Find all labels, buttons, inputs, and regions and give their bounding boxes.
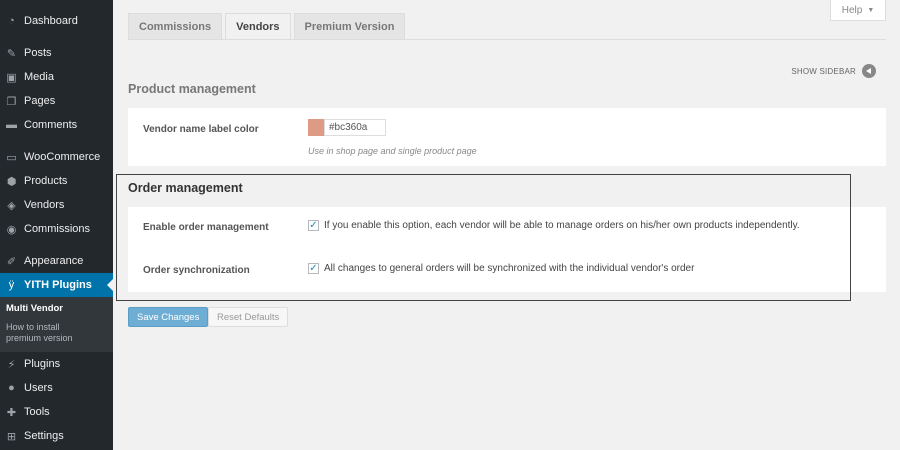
vendor-label-color-label: Vendor name label color bbox=[143, 124, 259, 135]
vendor-label-color-input[interactable]: #bc360a bbox=[324, 119, 386, 136]
sidebar-item-users[interactable]: ● Users bbox=[0, 376, 113, 400]
caret-down-icon: ▼ bbox=[867, 6, 875, 14]
sidebar-item-media[interactable]: ▣ Media bbox=[0, 65, 113, 89]
sidebar-item-label: Posts bbox=[24, 47, 52, 59]
brush-icon: ✐ bbox=[6, 255, 17, 268]
sidebar-item-label: Appearance bbox=[24, 255, 84, 267]
sidebar-item-posts[interactable]: ✎ Posts bbox=[0, 41, 113, 65]
help-button[interactable]: Help ▼ bbox=[830, 0, 886, 21]
color-swatch[interactable] bbox=[308, 119, 325, 136]
sidebar-item-appearance[interactable]: ✐ Appearance bbox=[0, 249, 113, 273]
pushpin-icon: ✎ bbox=[6, 47, 17, 60]
main-content: Help ▼ Commissions Vendors Premium Versi… bbox=[113, 0, 900, 450]
sidebar-item-label: YITH Plugins bbox=[24, 279, 92, 291]
sidebar-item-woocommerce[interactable]: ▭ WooCommerce bbox=[0, 145, 113, 169]
sidebar-item-label: Products bbox=[24, 175, 68, 187]
sidebar-item-label: WooCommerce bbox=[24, 151, 101, 163]
save-changes-button[interactable]: Save Changes bbox=[128, 307, 209, 327]
sidebar-item-dashboard[interactable]: ◔ Dashboard bbox=[0, 9, 113, 33]
sidebar-item-label: Dashboard bbox=[24, 15, 78, 27]
sidebar-item-label: Tools bbox=[24, 406, 50, 418]
sidebar-item-vendors[interactable]: ◈ Vendors bbox=[0, 193, 113, 217]
pages-icon: ❐ bbox=[6, 95, 17, 108]
tab-commissions[interactable]: Commissions bbox=[128, 13, 223, 40]
settings-tabs: Commissions Vendors Premium Version bbox=[128, 13, 406, 40]
media-icon: ▣ bbox=[6, 71, 17, 84]
tab-premium-version[interactable]: Premium Version bbox=[293, 13, 406, 40]
product-management-title: Product management bbox=[128, 82, 256, 96]
sidebar-item-label: Comments bbox=[24, 119, 78, 131]
dashboard-icon: ◔ bbox=[8, 15, 15, 27]
product-management-panel: Vendor name label color #bc360a Use in s… bbox=[128, 108, 886, 166]
sidebar-item-label: Settings bbox=[24, 430, 64, 442]
help-label: Help bbox=[841, 4, 863, 16]
comment-icon: ▬ bbox=[6, 119, 17, 131]
submenu-item-multi-vendor[interactable]: Multi Vendor bbox=[6, 303, 113, 314]
sidebar-item-comments[interactable]: ▬ Comments bbox=[0, 113, 113, 137]
vendor-icon: ◈ bbox=[7, 199, 16, 212]
sidebar-item-label: Media bbox=[24, 71, 54, 83]
reset-defaults-button[interactable]: Reset Defaults bbox=[208, 307, 289, 327]
woocommerce-icon: ▭ bbox=[6, 151, 17, 164]
show-sidebar-button[interactable]: SHOW SIDEBAR bbox=[791, 64, 876, 78]
sidebar-item-plugins[interactable]: ⚡ Plugins bbox=[0, 352, 113, 376]
sidebar-item-label: Vendors bbox=[24, 199, 65, 211]
settings-icon: ⊞ bbox=[6, 430, 17, 443]
commissions-icon: ◉ bbox=[6, 223, 17, 236]
arrow-left-icon bbox=[862, 64, 876, 78]
box-icon: ⬢ bbox=[6, 175, 17, 188]
vendor-label-color-help: Use in shop page and single product page bbox=[308, 146, 477, 156]
sidebar-item-yith-plugins[interactable]: ÿ YITH Plugins bbox=[0, 273, 113, 297]
yith-icon: ÿ bbox=[8, 279, 15, 291]
wrench-icon: ✚ bbox=[6, 406, 17, 419]
yith-submenu: Multi Vendor How to install premium vers… bbox=[0, 297, 113, 352]
highlight-frame bbox=[116, 174, 851, 301]
plugin-icon: ⚡ bbox=[7, 358, 16, 371]
sidebar-item-settings[interactable]: ⊞ Settings bbox=[0, 424, 113, 448]
sidebar-item-products[interactable]: ⬢ Products bbox=[0, 169, 113, 193]
sidebar-item-label: Plugins bbox=[24, 358, 61, 370]
admin-sidebar: ◔ Dashboard ✎ Posts ▣ Media ❐ Pages ▬ Comment… bbox=[0, 0, 113, 450]
show-sidebar-label: SHOW SIDEBAR bbox=[791, 66, 856, 76]
tab-vendors[interactable]: Vendors bbox=[225, 13, 291, 40]
user-icon: ● bbox=[8, 382, 15, 394]
submenu-item-install-premium[interactable]: How to install premium version bbox=[6, 322, 96, 344]
sidebar-item-label: Users bbox=[24, 382, 53, 394]
sidebar-item-pages[interactable]: ❐ Pages bbox=[0, 89, 113, 113]
tabs-divider bbox=[128, 39, 886, 40]
sidebar-item-label: Pages bbox=[24, 95, 56, 107]
sidebar-item-tools[interactable]: ✚ Tools bbox=[0, 400, 113, 424]
sidebar-item-commissions[interactable]: ◉ Commissions bbox=[0, 217, 113, 241]
sidebar-item-label: Commissions bbox=[24, 223, 91, 235]
